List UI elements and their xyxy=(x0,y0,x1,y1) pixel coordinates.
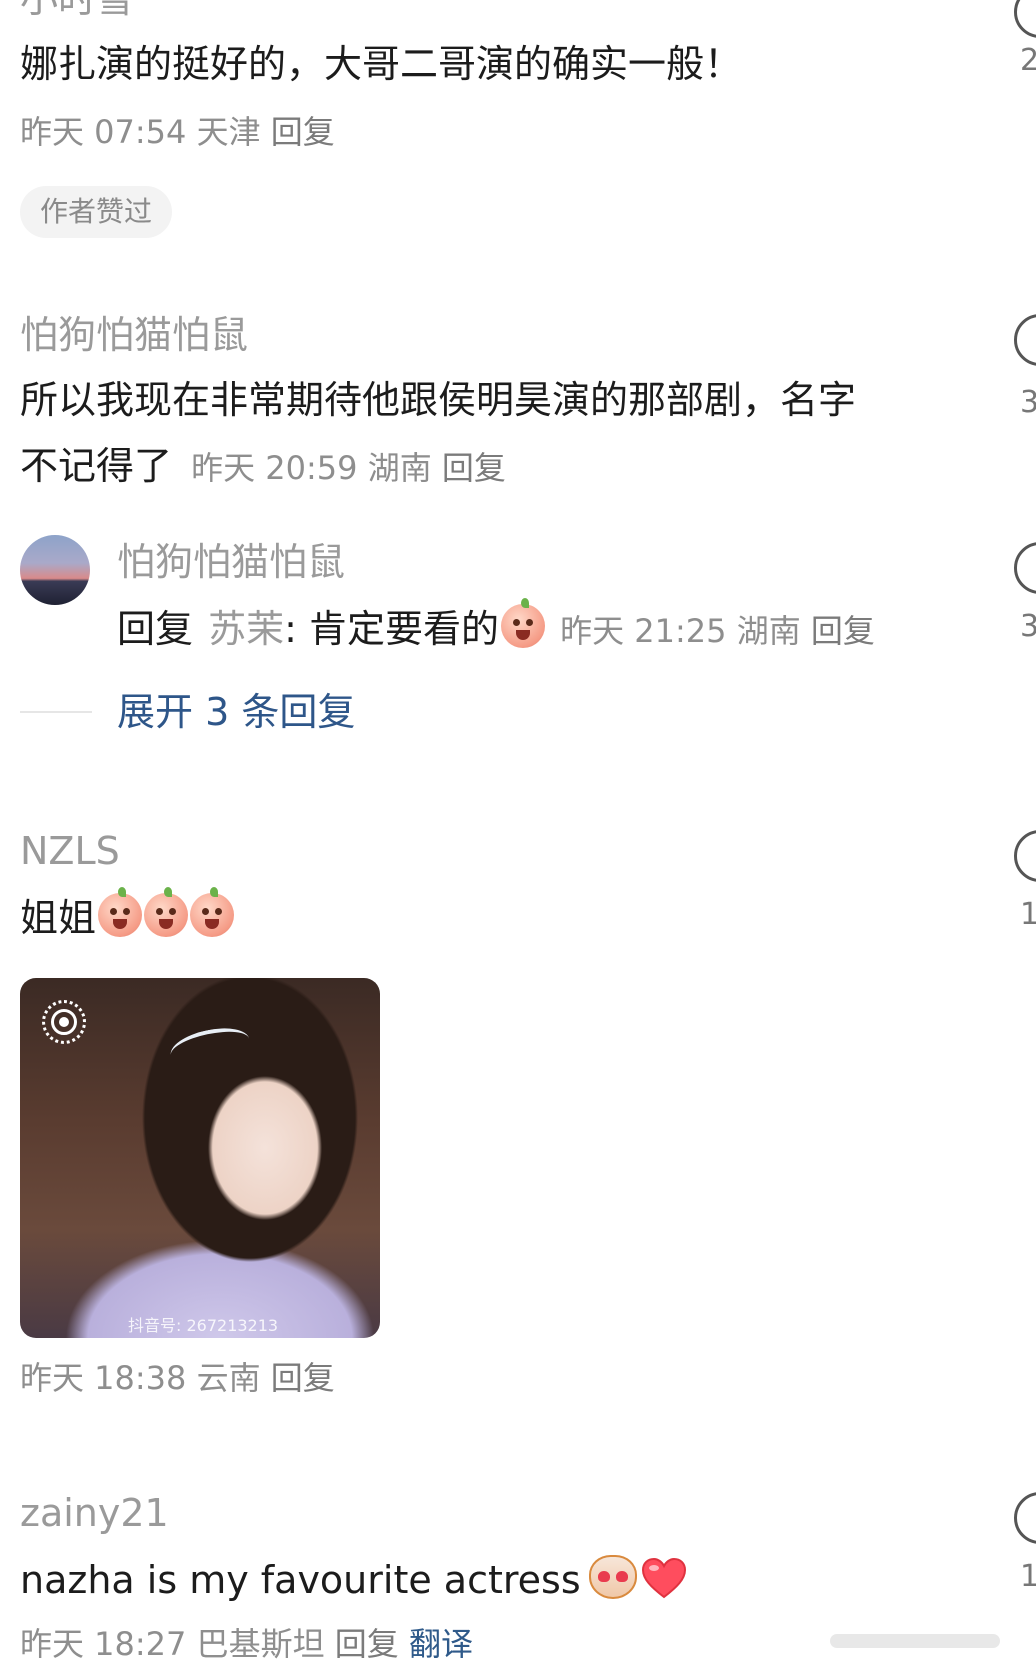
reply-username[interactable]: 怕狗怕猫怕鼠 xyxy=(117,543,345,581)
cat-heart-eyes-emoji-icon xyxy=(588,1555,637,1599)
comment-location: 湖南 xyxy=(367,449,432,487)
like-count: 1 xyxy=(1020,1559,1036,1594)
expand-replies-button[interactable]: 展开 3 条回复 xyxy=(117,693,355,731)
reply-button[interactable]: 回复 xyxy=(271,1359,335,1397)
reply-button[interactable]: 回复 xyxy=(271,113,335,151)
comment-location: 天津 xyxy=(196,113,261,151)
translate-button[interactable]: 翻译 xyxy=(409,1625,473,1663)
reply-row: 回复 苏茉: 肯定要看的 昨天 21:25 湖南 回复 xyxy=(117,598,875,651)
image-watermark: 抖音号: 267213213 xyxy=(128,1316,279,1335)
peach-emoji-icon xyxy=(501,598,546,648)
reply-button[interactable]: 回复 xyxy=(811,612,875,650)
expand-divider xyxy=(20,711,92,713)
comment-text: nazha is my favourite actress xyxy=(20,1558,581,1602)
peach-emoji-icon xyxy=(144,887,189,937)
comment-meta: 昨天 18:27 巴基斯坦 回复 翻译 xyxy=(20,1628,473,1660)
comment-text-row: 姐姐 xyxy=(20,887,235,940)
like-heart-icon[interactable] xyxy=(1014,542,1036,594)
comment-location: 巴基斯坦 xyxy=(196,1625,325,1663)
like-count: 3 xyxy=(1020,385,1036,420)
comment-time: 昨天 18:38 xyxy=(20,1359,187,1397)
comment-username[interactable]: zainy21 xyxy=(20,1494,169,1532)
like-count: 3 xyxy=(1020,609,1036,644)
comment-text: 娜扎演的挺好的，大哥二哥演的确实一般！ xyxy=(20,42,743,86)
comment-time: 昨天 18:27 xyxy=(20,1625,187,1663)
comment-text: 姐姐 xyxy=(20,896,97,940)
like-heart-icon[interactable] xyxy=(1014,314,1036,366)
reply-button[interactable]: 回复 xyxy=(335,1625,399,1663)
comment-location: 云南 xyxy=(196,1359,261,1397)
comment-username[interactable]: 小时雪 xyxy=(20,0,134,18)
avatar[interactable] xyxy=(20,535,90,605)
peach-emoji-icon xyxy=(98,887,143,937)
reply-time: 昨天 21:25 xyxy=(560,612,727,650)
peach-emoji-icon xyxy=(190,887,235,937)
like-count: 2 xyxy=(1020,43,1036,78)
reply-to-user[interactable]: 苏茉 xyxy=(208,607,284,651)
comment-text-line1: 所以我现在非常期待他跟侯明昊演的那部剧，名字 xyxy=(20,378,857,422)
comment-meta: 昨天 07:54 天津 回复 xyxy=(20,116,335,148)
comment-meta: 昨天 18:38 云南 回复 xyxy=(20,1362,335,1394)
home-indicator xyxy=(830,1634,1000,1648)
comment-username[interactable]: 怕狗怕猫怕鼠 xyxy=(20,316,248,354)
reply-button[interactable]: 回复 xyxy=(442,449,506,487)
comment-time: 昨天 07:54 xyxy=(20,113,187,151)
live-photo-icon[interactable] xyxy=(42,1000,86,1044)
comment-text-row: nazha is my favourite actress xyxy=(20,1555,687,1599)
comment-text-line2: 不记得了 xyxy=(20,444,173,488)
reply-location: 湖南 xyxy=(736,612,801,650)
red-heart-emoji-icon xyxy=(641,1557,686,1599)
reply-text: : 肯定要看的 xyxy=(284,607,500,651)
comment-time: 昨天 20:59 xyxy=(191,449,358,487)
reply-prefix: 回复 xyxy=(117,607,194,651)
comment-username[interactable]: NZLS xyxy=(20,832,120,870)
comment-line2-row: 不记得了 昨天 20:59 湖南 回复 xyxy=(20,447,506,485)
like-heart-icon[interactable] xyxy=(1014,1492,1036,1544)
like-heart-icon[interactable] xyxy=(1014,830,1036,882)
like-heart-icon[interactable] xyxy=(1014,0,1036,38)
author-liked-tag: 作者赞过 xyxy=(20,186,173,238)
like-count: 1 xyxy=(1020,897,1036,932)
